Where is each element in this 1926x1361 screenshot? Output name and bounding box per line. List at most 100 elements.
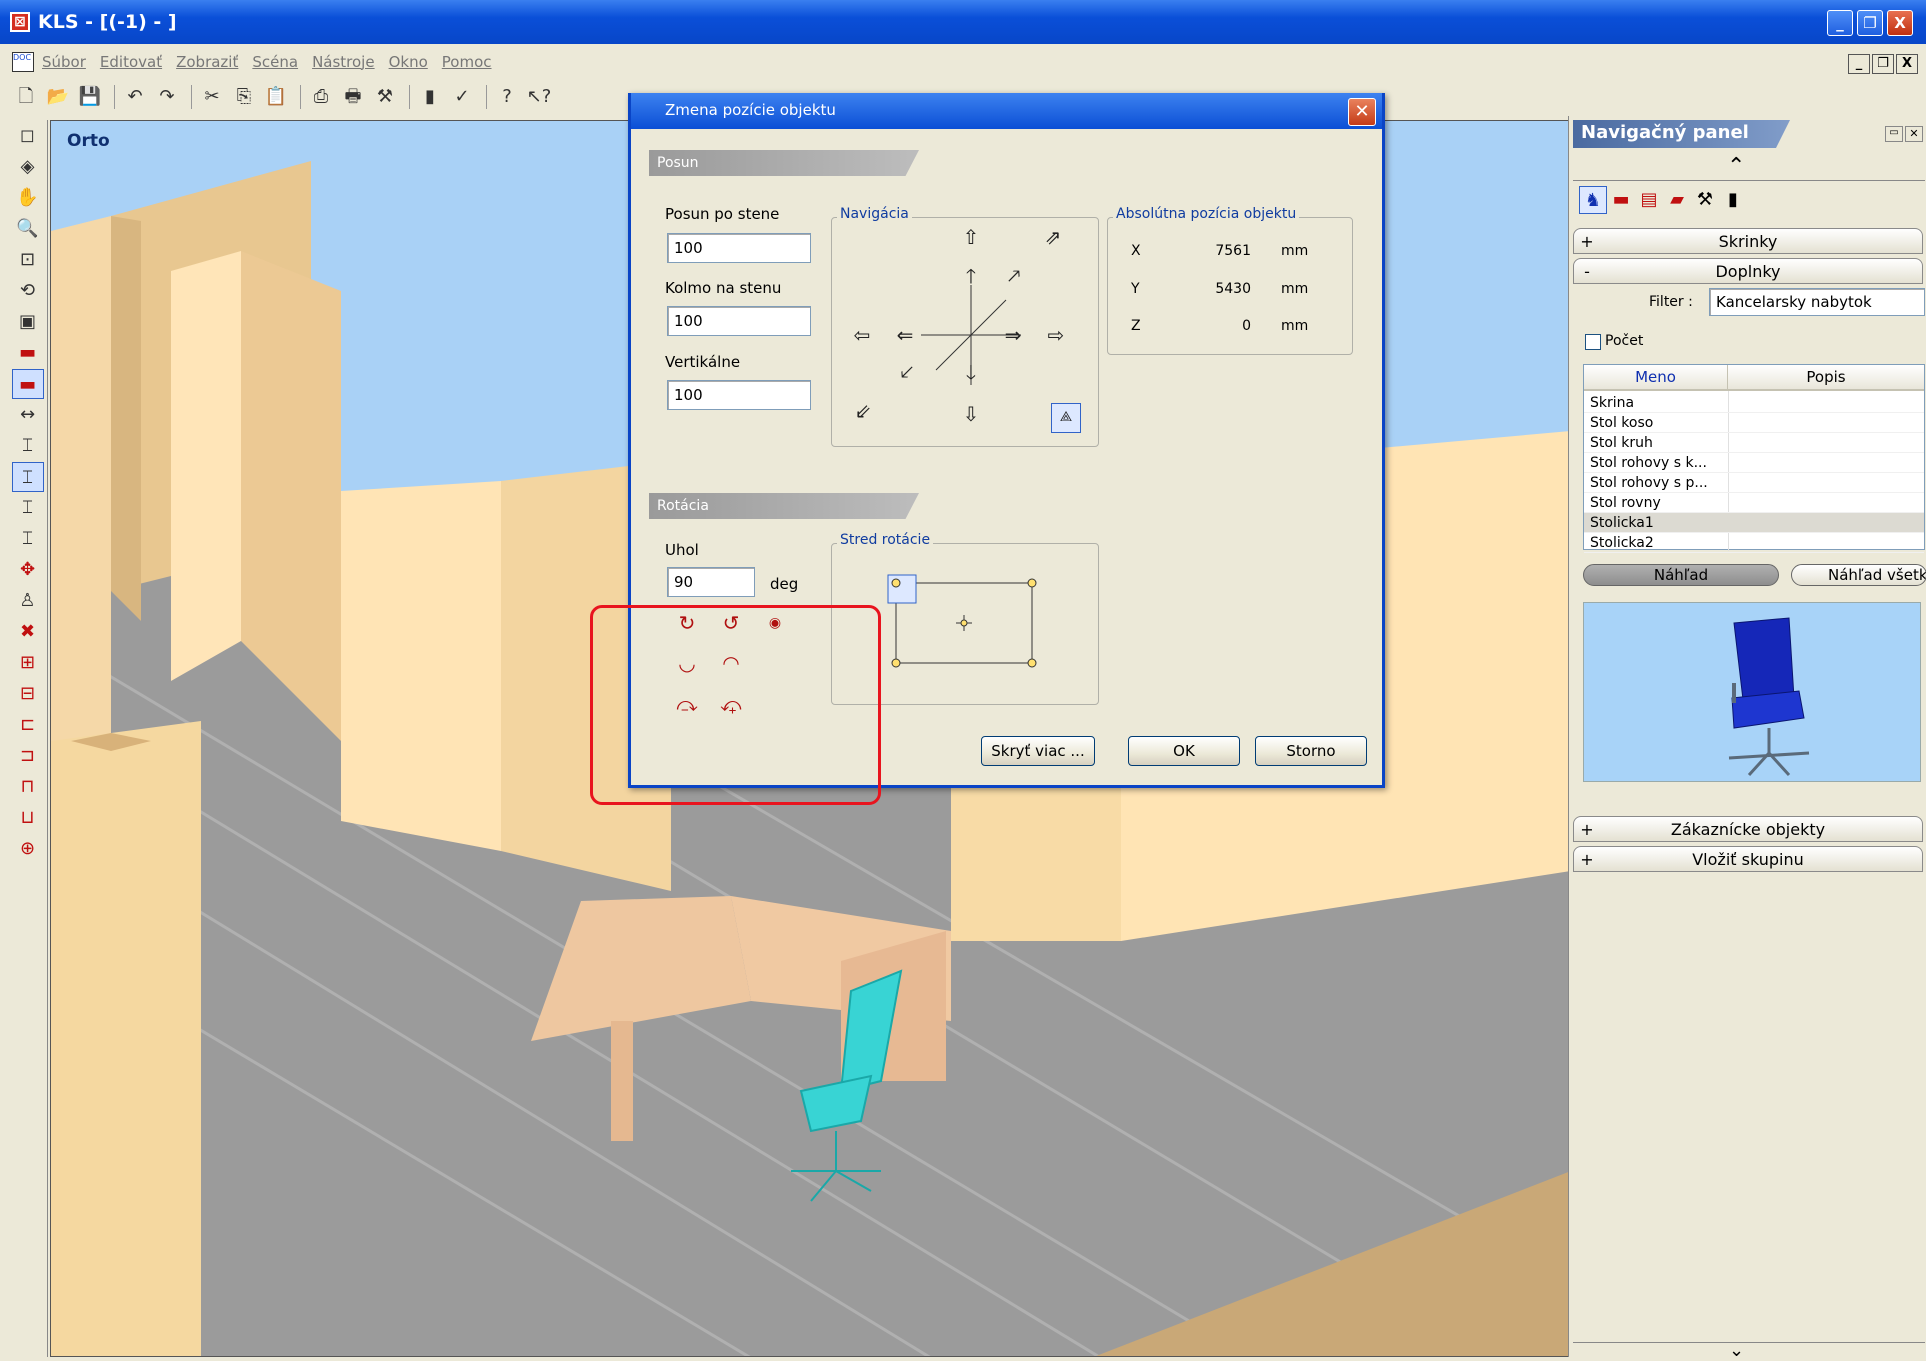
align-icon[interactable]: ⌶ [12,431,44,461]
section-vlozit-skupinu[interactable]: + Vložiť skupinu [1573,846,1923,872]
ok-button[interactable]: OK [1128,736,1240,766]
move-right-far-icon[interactable]: ⇨ [1043,322,1069,348]
delete-object-icon[interactable]: ✖ [12,617,44,647]
move-down-far-icon[interactable]: ⇩ [958,401,984,427]
nav-panel-minimize-button[interactable]: ▭ [1885,126,1903,142]
section-skrinky[interactable]: + Skrinky [1573,228,1923,254]
section-zakaznicke-objekty[interactable]: + Zákaznícke objekty [1573,816,1923,842]
undo-icon[interactable]: ↶ [121,84,149,110]
wall-snap-icon[interactable]: ⟁ [1051,403,1081,433]
move-diag-down-far-icon[interactable]: ⇙ [850,398,876,424]
collapse-up-icon[interactable]: ⌃ [1727,154,1745,179]
chair-category-icon[interactable]: ♞ [1579,186,1607,214]
move-diag-up-far-icon[interactable]: ⇗ [1040,224,1066,250]
move-diag-down-icon[interactable]: 🡗 [894,359,920,385]
restore-button[interactable]: ❐ [1857,10,1883,36]
frame-view-icon[interactable]: ◻ [12,121,44,151]
move-diag-up-icon[interactable]: 🡕 [1001,263,1027,289]
insert-top-icon[interactable]: ⊞ [12,648,44,678]
center-icon[interactable]: ✥ [12,555,44,585]
open-folder-icon[interactable]: 📂 [44,84,72,110]
door-category-icon[interactable]: ▮ [1719,186,1747,214]
collapse-down-icon[interactable]: ⌄ [1729,1340,1744,1361]
redo-icon[interactable]: ↷ [153,84,181,110]
mdi-close-button[interactable]: X [1896,54,1918,74]
vertikalne-input[interactable]: 100 [667,380,811,410]
menu-editovat[interactable]: Editovať [100,53,162,71]
insert-panel-icon[interactable]: ⊔ [12,803,44,833]
table-row[interactable]: Skrina [1584,393,1924,413]
insert-right-icon[interactable]: ⊐ [12,741,44,771]
context-help-icon[interactable]: ↖? [525,84,553,110]
pan-hand-icon[interactable]: ✋ [12,183,44,213]
table-category-icon[interactable]: ▬ [1607,186,1635,214]
zoom-window-icon[interactable]: ⊡ [12,245,44,275]
menu-subor[interactable]: Súbor [42,53,86,71]
copy-icon[interactable]: ⎘ [230,84,258,110]
table-row[interactable]: Stol koso [1584,413,1924,433]
filter-input[interactable]: Kancelarsky nabytok [1709,288,1925,316]
nahlad-button[interactable]: Náhľad [1583,564,1779,586]
section-doplnky[interactable]: - Doplnky [1573,258,1923,284]
cabinet-category-icon[interactable]: ▤ [1635,186,1663,214]
insert-bottom-icon[interactable]: ⊟ [12,679,44,709]
object-gray-icon[interactable]: ▣ [12,307,44,337]
move-left-far-icon[interactable]: ⇦ [849,322,875,348]
nav-panel-close-button[interactable]: ✕ [1905,126,1923,142]
move-right-icon[interactable]: ⇒ [1000,322,1026,348]
menu-nastroje[interactable]: Nástroje [312,53,375,71]
rotate-view-icon[interactable]: ⟲ [12,276,44,306]
menu-pomoc[interactable]: Pomoc [442,53,492,71]
help-icon[interactable]: ? [493,84,521,110]
table-row[interactable]: Stol rohovy s p... [1584,473,1924,493]
save-icon[interactable]: 💾 [76,84,104,110]
uhol-input[interactable]: 90 [667,567,755,597]
move-up-icon[interactable]: 🡑 [958,263,984,289]
table-row[interactable]: Stol kruh [1584,433,1924,453]
insert-door-icon[interactable]: ⊓ [12,772,44,802]
move-up-far-icon[interactable]: ⇧ [958,224,984,250]
storno-button[interactable]: Storno [1255,736,1367,766]
hide-more-button[interactable]: Skryť viac ... [981,736,1095,766]
column-header-meno[interactable]: Meno [1584,365,1728,391]
nahlad-vsetko-button[interactable]: Náhľad všetk [1791,564,1926,586]
dimension-icon[interactable]: ↔ [12,400,44,430]
cut-icon[interactable]: ✂ [198,84,226,110]
dialog-close-button[interactable]: ✕ [1348,98,1376,126]
mdi-restore-button[interactable]: ❐ [1872,54,1894,74]
align-vertical-2-icon[interactable]: ⌶ [12,524,44,554]
tools-category-icon[interactable]: ⚒ [1691,186,1719,214]
table-row[interactable]: Stol rovny [1584,493,1924,513]
insert-left-icon[interactable]: ⊏ [12,710,44,740]
close-button[interactable]: X [1887,10,1913,36]
new-file-icon[interactable]: 🗋 [12,84,40,110]
align-vertical-icon[interactable]: ⌶ [12,493,44,523]
posun-po-stene-input[interactable]: 100 [667,233,811,263]
wall-icon[interactable]: ▬ [12,338,44,368]
3d-view-icon[interactable]: ◈ [12,152,44,182]
zoom-icon[interactable]: 🔍 [12,214,44,244]
table-row-selected[interactable]: Stolicka1 [1584,513,1924,533]
move-down-icon[interactable]: 🡓 [958,359,984,385]
minimize-button[interactable]: _ [1827,10,1853,36]
person-icon[interactable]: ♙ [12,586,44,616]
paste-icon[interactable]: 📋 [262,84,290,110]
move-left-icon[interactable]: ⇐ [892,322,918,348]
pocet-checkbox[interactable] [1585,334,1601,350]
print-preview-icon[interactable]: ⎙ [307,84,335,110]
menu-okno[interactable]: Okno [389,53,428,71]
table-row[interactable]: Stolicka2 [1584,533,1924,553]
mdi-minimize-button[interactable]: _ [1848,54,1870,74]
panel-category-icon[interactable]: ▰ [1663,186,1691,214]
kolmo-na-stenu-input[interactable]: 100 [667,306,811,336]
print-icon[interactable]: 🖶 [339,84,367,110]
align-selected-icon[interactable]: ⌶ [11,462,44,492]
table-row[interactable]: Stol rohovy s k... [1584,453,1924,473]
check-icon[interactable]: ✓ [448,84,476,110]
object-icon[interactable]: ▮ [416,84,444,110]
menu-scena[interactable]: Scéna [252,53,298,71]
menu-zobrazit[interactable]: Zobraziť [176,53,238,71]
tool-icon[interactable]: ⚒ [371,84,399,110]
wall-selected-icon[interactable]: ▬ [11,369,44,399]
column-header-popis[interactable]: Popis [1728,365,1924,391]
